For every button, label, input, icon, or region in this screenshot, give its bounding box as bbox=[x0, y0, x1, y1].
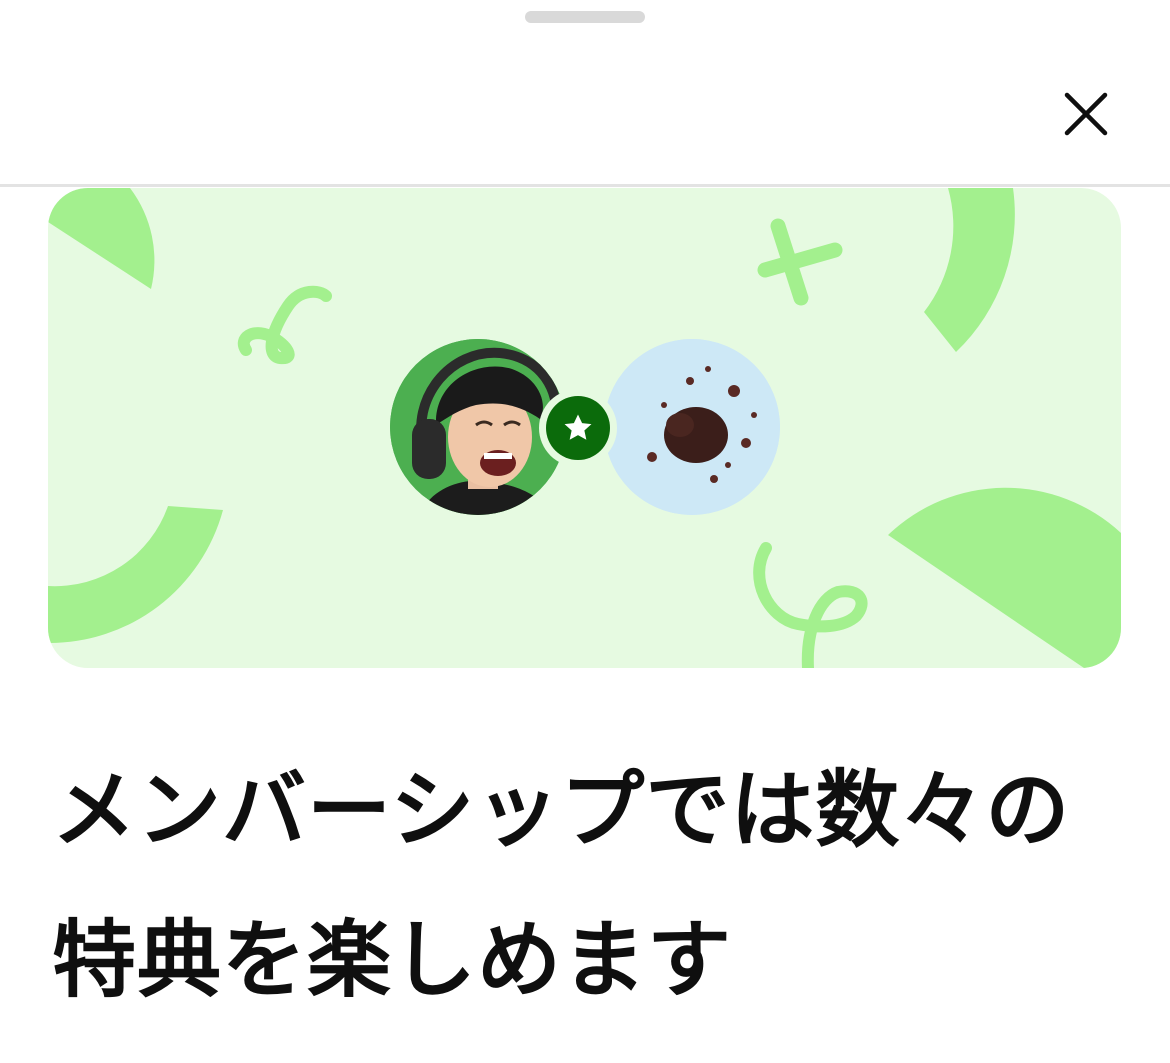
star-badge-circle bbox=[546, 396, 610, 460]
close-button[interactable] bbox=[1048, 76, 1124, 152]
header-divider bbox=[0, 184, 1170, 187]
channel-avatar-image bbox=[604, 339, 780, 515]
close-icon bbox=[1064, 92, 1108, 136]
membership-banner bbox=[48, 188, 1121, 668]
membership-headline: メンバーシップでは数々の特典を楽しめます bbox=[52, 761, 1071, 1009]
drag-handle[interactable] bbox=[525, 11, 645, 23]
membership-star-badge bbox=[539, 389, 617, 467]
star-icon bbox=[564, 414, 592, 440]
membership-bottom-sheet: メンバーシップでは数々の特典を楽しめます bbox=[0, 0, 1170, 1063]
channel-avatar bbox=[604, 339, 780, 515]
